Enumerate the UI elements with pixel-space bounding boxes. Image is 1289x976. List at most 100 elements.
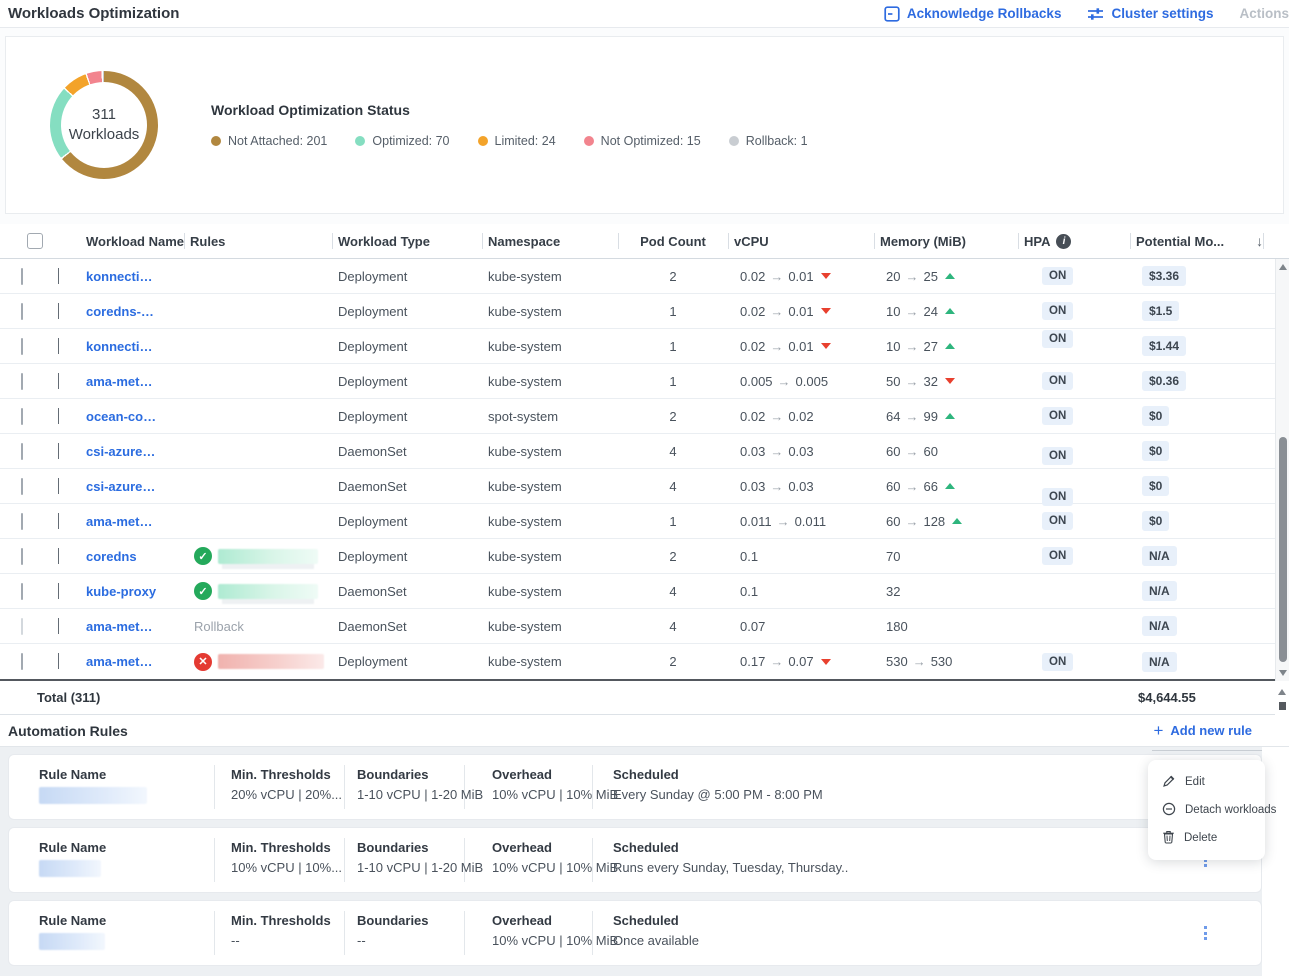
scheduled-label: Scheduled bbox=[613, 913, 699, 928]
scroll-down-arrow[interactable] bbox=[1279, 670, 1287, 676]
metric-recommended: 0.07 bbox=[788, 654, 813, 669]
row-checkbox[interactable] bbox=[21, 548, 23, 565]
sort-desc-arrow[interactable]: ↓ bbox=[1256, 233, 1263, 249]
hpa-info-icon[interactable]: i bbox=[1056, 234, 1071, 249]
automation-rule-card: Rule NameMin. Thresholds10% vCPU | 10%..… bbox=[8, 827, 1262, 893]
scrollbar-thumb[interactable] bbox=[1279, 437, 1287, 662]
potential-cell: $0.36 bbox=[1130, 371, 1264, 391]
expand-cell bbox=[46, 269, 80, 284]
workload-name-link[interactable]: ama-met… bbox=[80, 654, 184, 669]
expand-chevron-icon[interactable] bbox=[58, 408, 59, 424]
potential-cell: N/A bbox=[1130, 581, 1264, 601]
trend-down-icon bbox=[821, 343, 831, 349]
metric-cell: 10→27 bbox=[874, 339, 1018, 354]
row-checkbox[interactable] bbox=[21, 583, 23, 600]
page-scroll-up-arrow[interactable] bbox=[1278, 689, 1286, 695]
column-memory[interactable]: Memory (MiB) bbox=[874, 224, 1018, 258]
row-checkbox[interactable] bbox=[21, 513, 23, 530]
potential-cell: $0 bbox=[1130, 476, 1264, 496]
workload-name-link[interactable]: kube-proxy bbox=[80, 584, 184, 599]
boundaries-value: 1-10 vCPU | 1-20 MiB bbox=[357, 860, 483, 875]
metric-cell: 32 bbox=[874, 584, 1018, 599]
workload-name-link[interactable]: coredns-… bbox=[80, 304, 184, 319]
expand-chevron-icon[interactable] bbox=[58, 338, 59, 354]
metric-current: 0.02 bbox=[740, 269, 765, 284]
expand-chevron-icon[interactable] bbox=[58, 548, 59, 564]
arrow-right-icon: → bbox=[770, 409, 783, 424]
arrow-right-icon: → bbox=[913, 654, 926, 669]
expand-chevron-icon[interactable] bbox=[58, 478, 59, 494]
column-namespace[interactable]: Namespace bbox=[482, 224, 618, 258]
actions-button[interactable]: Actions bbox=[1239, 6, 1289, 21]
metric-recommended: 0.005 bbox=[796, 374, 829, 389]
expand-chevron-icon[interactable] bbox=[58, 513, 59, 529]
boundaries-label: Boundaries bbox=[357, 913, 429, 928]
page-scrollbar-thumb[interactable] bbox=[1279, 702, 1286, 710]
metric-cell: 0.02→0.02 bbox=[728, 409, 874, 424]
row-checkbox[interactable] bbox=[21, 653, 23, 670]
menu-item-edit[interactable]: Edit bbox=[1148, 768, 1265, 796]
row-checkbox[interactable] bbox=[21, 373, 23, 390]
workload-name-link[interactable]: ama-met… bbox=[80, 514, 184, 529]
cluster-settings-button[interactable]: Cluster settings bbox=[1087, 6, 1213, 22]
metric-current: 0.1 bbox=[740, 584, 758, 599]
workload-name-link[interactable]: ama-met… bbox=[80, 619, 184, 634]
acknowledge-rollbacks-button[interactable]: Acknowledge Rollbacks bbox=[884, 6, 1062, 22]
workload-name-link[interactable]: coredns bbox=[80, 549, 184, 564]
min-thresholds-section: Min. Thresholds-- bbox=[231, 913, 331, 948]
expand-chevron-icon[interactable] bbox=[58, 373, 59, 389]
workload-name-link[interactable]: csi-azure… bbox=[80, 479, 184, 494]
table-row: ama-met…Deploymentkube-system10.005→0.00… bbox=[0, 364, 1289, 399]
table-scrollbar[interactable] bbox=[1275, 259, 1289, 681]
metric-current: 60 bbox=[886, 444, 900, 459]
table-row: konnecti…Deploymentkube-system20.02→0.01… bbox=[0, 259, 1289, 294]
row-checkbox[interactable] bbox=[21, 268, 23, 285]
expand-chevron-icon[interactable] bbox=[58, 618, 59, 634]
column-hpa[interactable]: HPA i bbox=[1018, 224, 1130, 258]
column-vcpu[interactable]: vCPU bbox=[728, 224, 874, 258]
rule-error-icon: ✕ bbox=[194, 653, 212, 671]
page-scrollbar[interactable] bbox=[1275, 686, 1289, 718]
trend-down-icon bbox=[945, 378, 955, 384]
menu-item-label: Detach workloads bbox=[1185, 804, 1276, 816]
expand-chevron-icon[interactable] bbox=[58, 583, 59, 599]
row-checkbox[interactable] bbox=[21, 338, 23, 355]
row-checkbox[interactable] bbox=[21, 618, 23, 635]
redacted-rule-name[interactable] bbox=[218, 654, 324, 669]
row-checkbox-cell bbox=[0, 479, 46, 494]
hpa-on-badge: ON bbox=[1042, 547, 1073, 565]
add-new-rule-button[interactable]: + Add new rule bbox=[1153, 722, 1252, 739]
workload-name-link[interactable]: ocean-co… bbox=[80, 409, 184, 424]
hpa-on-badge: ON bbox=[1042, 267, 1073, 285]
rollback-label: Rollback bbox=[194, 619, 244, 634]
row-checkbox[interactable] bbox=[21, 478, 23, 495]
workload-name-link[interactable]: konnecti… bbox=[80, 339, 184, 354]
column-workload-type[interactable]: Workload Type bbox=[332, 224, 482, 258]
redacted-rule-name[interactable] bbox=[218, 549, 318, 564]
redacted-rule-name[interactable] bbox=[218, 584, 318, 599]
column-potential-monthly[interactable]: Potential Mo... ↓ bbox=[1130, 224, 1264, 258]
workload-name-link[interactable]: ama-met… bbox=[80, 374, 184, 389]
expand-chevron-icon[interactable] bbox=[58, 653, 59, 669]
row-checkbox[interactable] bbox=[21, 303, 23, 320]
hpa-on-badge: ON bbox=[1042, 302, 1073, 320]
menu-item-detach-workloads[interactable]: Detach workloads bbox=[1148, 796, 1265, 824]
column-pod-count[interactable]: Pod Count bbox=[618, 224, 728, 258]
expand-chevron-icon[interactable] bbox=[58, 268, 59, 284]
column-workload-name[interactable]: Workload Name bbox=[80, 224, 184, 258]
column-rules[interactable]: Rules bbox=[184, 224, 332, 258]
scroll-up-arrow[interactable] bbox=[1279, 264, 1287, 270]
menu-item-delete[interactable]: Delete bbox=[1148, 824, 1265, 852]
row-checkbox[interactable] bbox=[21, 408, 23, 425]
rule-kebab-menu-icon[interactable] bbox=[1200, 922, 1211, 944]
workload-name-link[interactable]: konnecti… bbox=[80, 269, 184, 284]
row-checkbox[interactable] bbox=[21, 443, 23, 460]
select-all-checkbox[interactable] bbox=[27, 233, 43, 249]
metric-current: 0.011 bbox=[740, 514, 772, 529]
workloads-table-body: konnecti…Deploymentkube-system20.02→0.01… bbox=[0, 259, 1289, 681]
pod-count-cell: 1 bbox=[618, 514, 728, 529]
expand-chevron-icon[interactable] bbox=[58, 443, 59, 459]
expand-chevron-icon[interactable] bbox=[58, 303, 59, 319]
boundaries-section: Boundaries1-10 vCPU | 1-20 MiB bbox=[357, 767, 483, 802]
workload-name-link[interactable]: csi-azure… bbox=[80, 444, 184, 459]
